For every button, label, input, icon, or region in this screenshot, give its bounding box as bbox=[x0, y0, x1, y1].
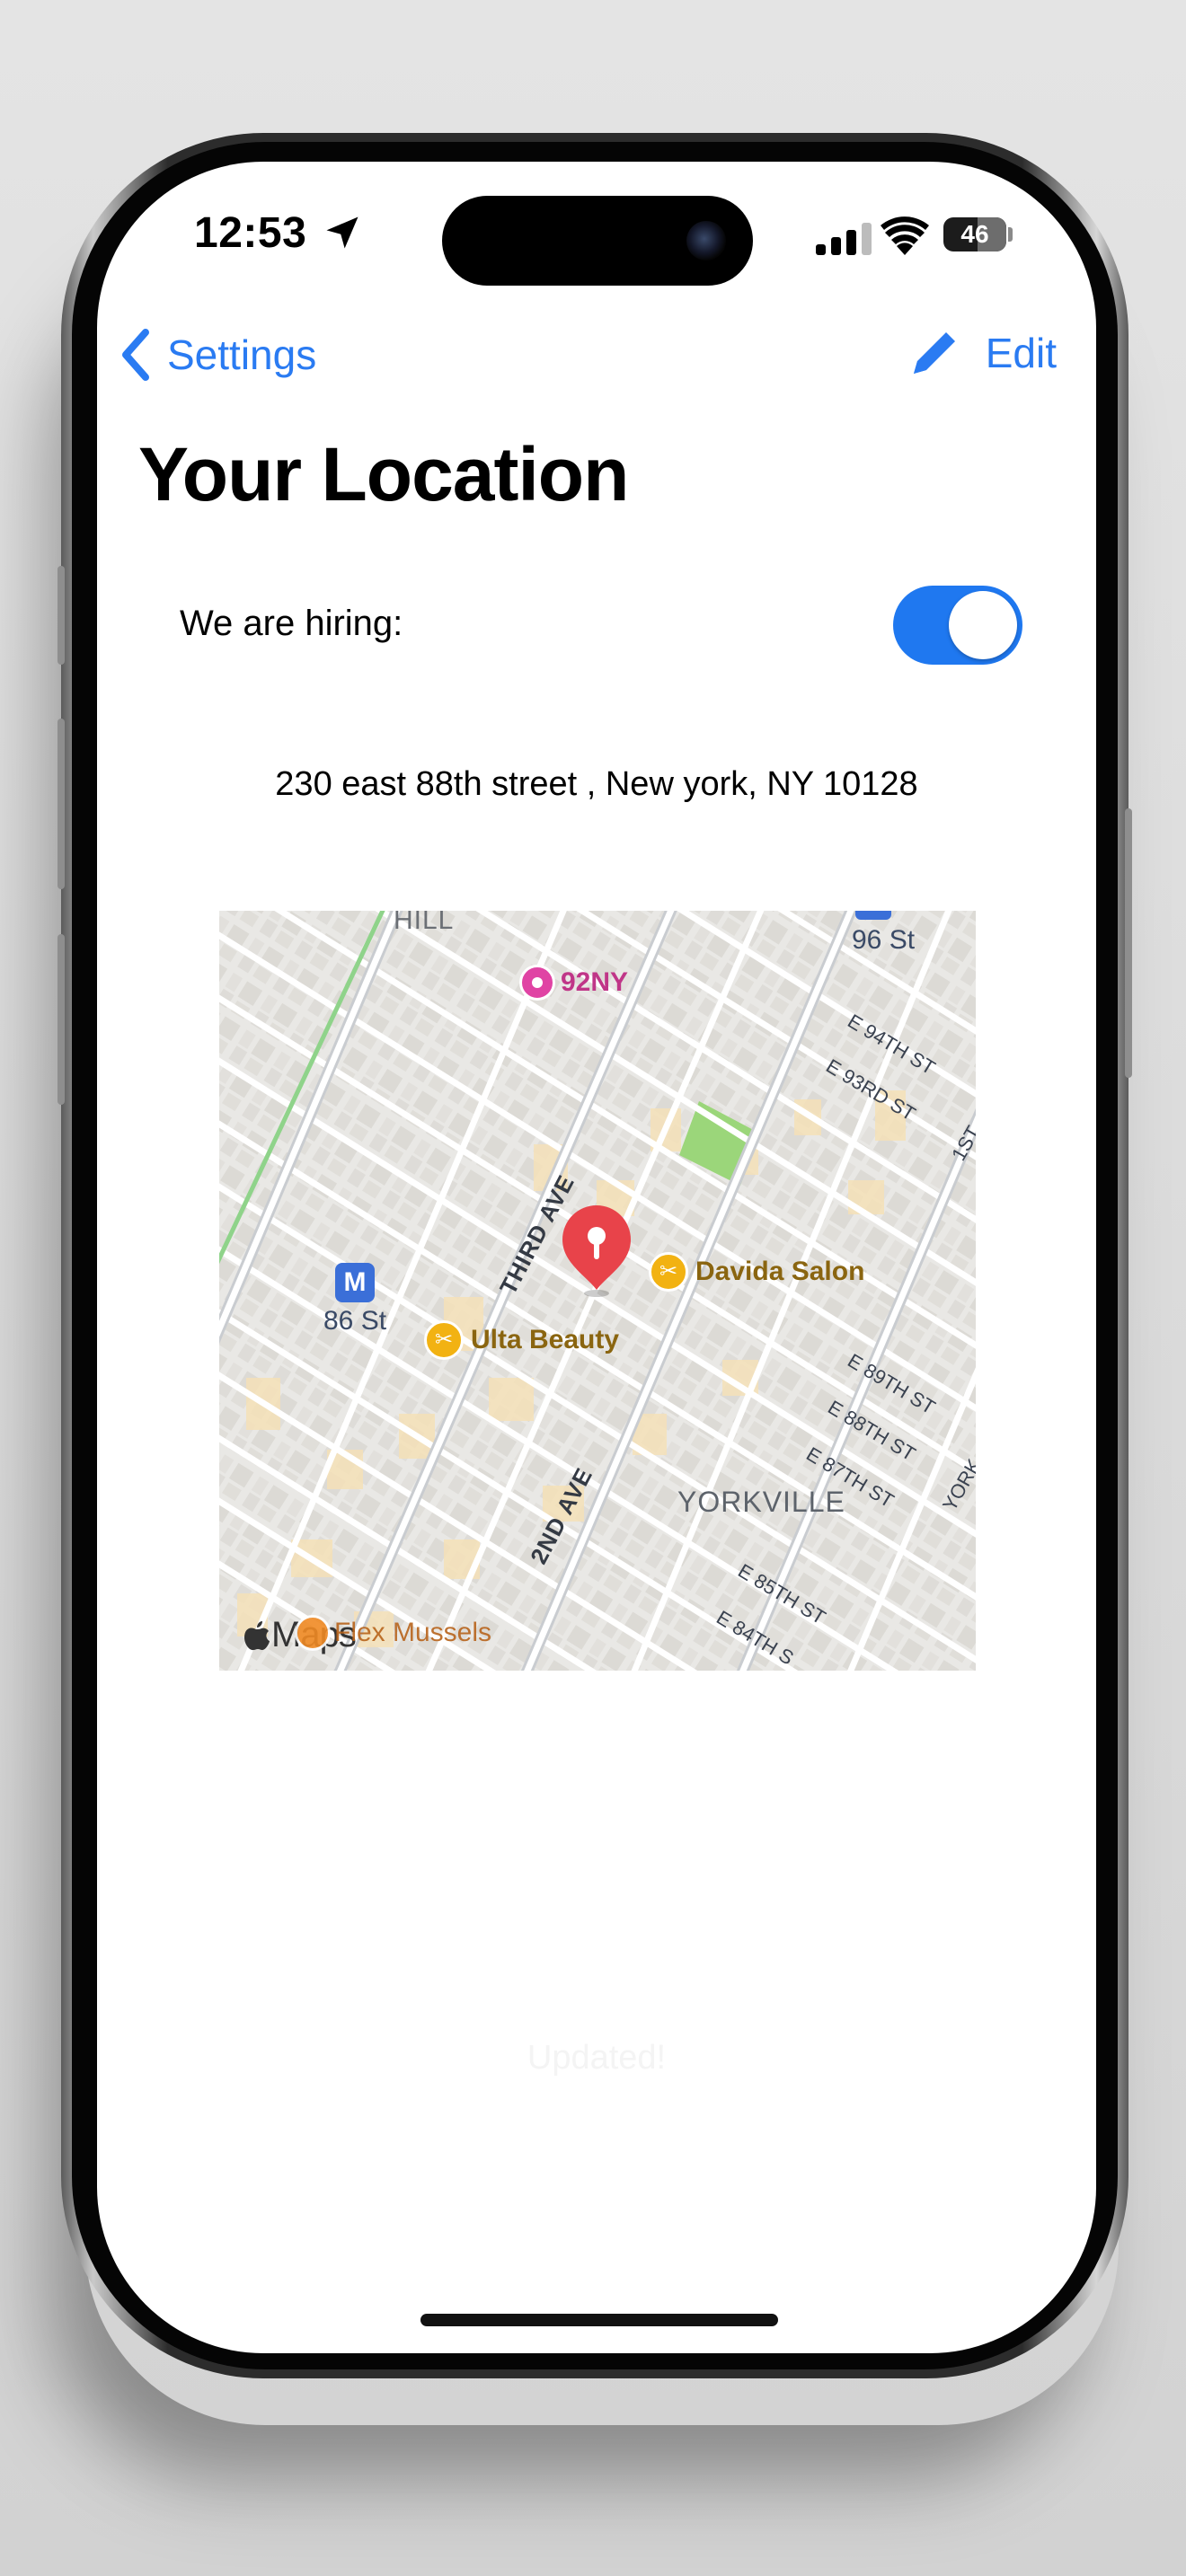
edit-button[interactable]: Edit bbox=[908, 327, 1057, 379]
dynamic-island bbox=[442, 196, 753, 286]
poi-flex-mussels[interactable]: Flex Mussels bbox=[295, 1615, 491, 1651]
location-arrow-icon bbox=[326, 216, 358, 249]
page-title: Your Location bbox=[138, 432, 629, 516]
cellular-signal-icon bbox=[816, 223, 872, 255]
edit-button-label: Edit bbox=[985, 330, 1057, 376]
phone-screen: 12:53 46 Settings Edit Your Location We … bbox=[97, 162, 1096, 2353]
volume-down-button bbox=[58, 934, 65, 1105]
station-96st: 96 St bbox=[852, 911, 915, 956]
action-button bbox=[58, 566, 65, 665]
subway-icon bbox=[855, 911, 891, 920]
back-button[interactable]: Settings bbox=[117, 327, 316, 383]
toggle-knob bbox=[949, 591, 1017, 659]
location-pin-icon bbox=[562, 1205, 631, 1297]
camera-icon bbox=[686, 221, 726, 260]
battery-level: 46 bbox=[960, 220, 989, 248]
location-map[interactable]: HILL 96 St 92NY E 94TH ST E 93RD ST 1ST … bbox=[219, 911, 976, 1671]
updated-status: Updated! bbox=[527, 2039, 667, 2077]
station-86st: M 86 St bbox=[323, 1263, 386, 1337]
apple-logo-icon bbox=[244, 1620, 270, 1650]
power-button bbox=[1125, 808, 1132, 1078]
address-text: 230 east 88th street , New york, NY 1012… bbox=[275, 765, 918, 803]
battery-icon: 46 bbox=[943, 217, 1006, 251]
poi-ulta-beauty[interactable]: ✂ Ulta Beauty bbox=[424, 1320, 619, 1360]
pencil-icon bbox=[913, 332, 955, 374]
hiring-label: We are hiring: bbox=[180, 604, 403, 643]
neighborhood-yorkville: YORKVILLE bbox=[677, 1486, 845, 1518]
chevron-left-icon bbox=[122, 329, 149, 381]
battery-tip bbox=[1008, 227, 1013, 242]
volume-up-button bbox=[58, 719, 65, 889]
poi-davida-salon[interactable]: ✂ Davida Salon bbox=[649, 1252, 864, 1292]
beauty-icon: ✂ bbox=[649, 1252, 688, 1292]
subway-m-icon: M bbox=[335, 1263, 376, 1302]
restaurant-icon bbox=[295, 1615, 331, 1651]
poi-pink-icon bbox=[519, 965, 555, 1001]
hiring-toggle[interactable] bbox=[893, 586, 1022, 665]
home-indicator[interactable] bbox=[420, 2314, 778, 2326]
map-label-hill: HILL bbox=[394, 911, 455, 935]
poi-92ny[interactable]: 92NY bbox=[519, 965, 628, 1001]
beauty-icon: ✂ bbox=[424, 1320, 464, 1360]
back-button-label: Settings bbox=[167, 331, 317, 378]
wifi-icon bbox=[881, 216, 929, 255]
status-time: 12:53 bbox=[194, 209, 307, 257]
